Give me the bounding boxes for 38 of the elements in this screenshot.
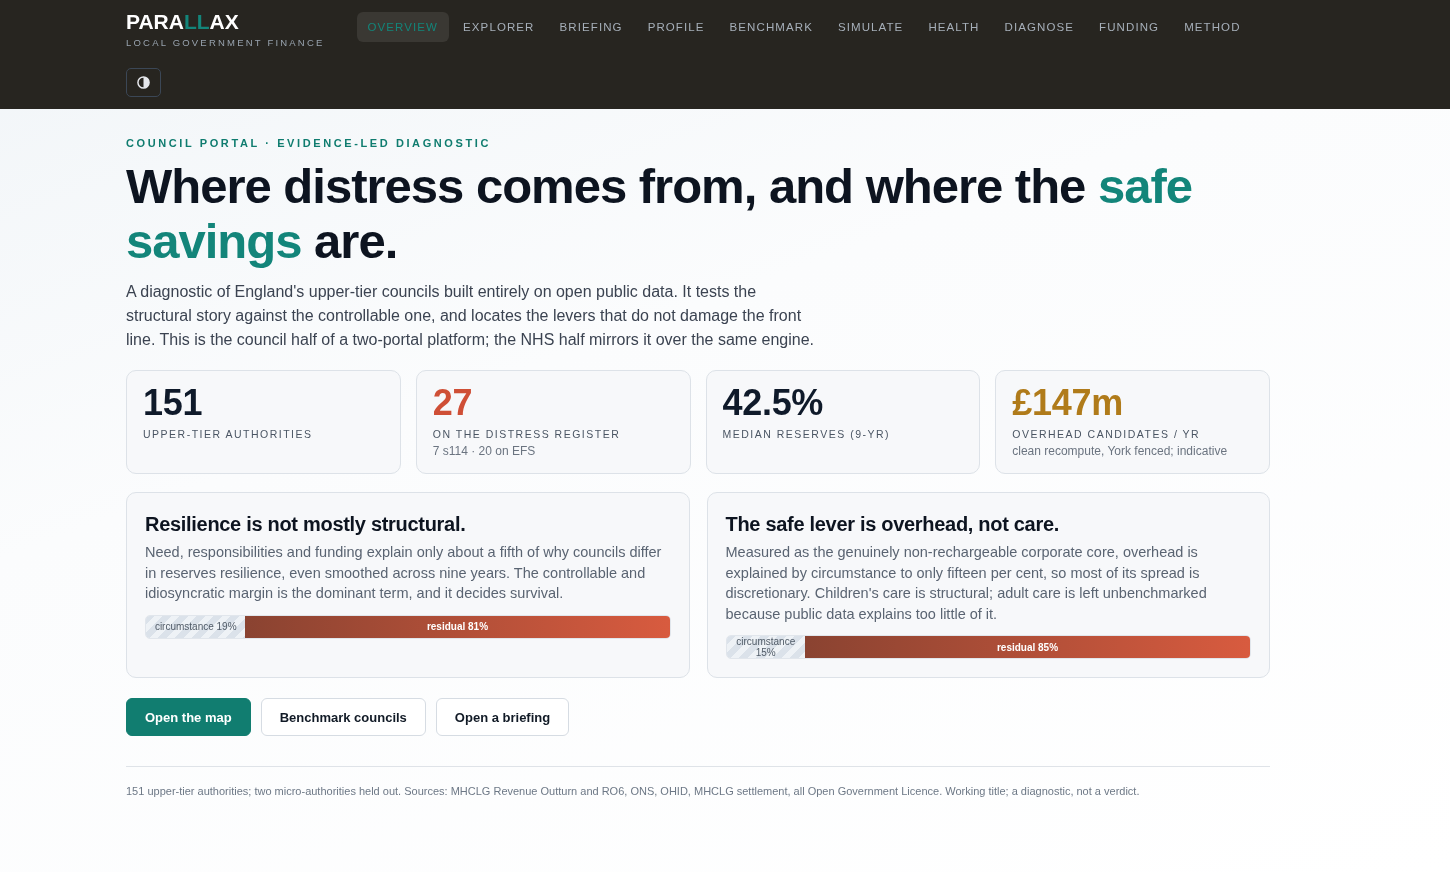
residual-segment: residual 85% bbox=[805, 636, 1250, 658]
nav-tab[interactable]: METHOD bbox=[1173, 12, 1252, 42]
eyebrow-label: COUNCIL PORTAL · EVIDENCE-LED DIAGNOSTIC bbox=[126, 136, 492, 150]
circumstance-segment: circumstance 15% bbox=[726, 636, 805, 658]
nav-tab[interactable]: BENCHMARK bbox=[718, 12, 824, 42]
finding-text: Measured as the genuinely non-rechargeable corporate core, overhead is explained by circumstance to only fifteen per cent, so most of its spread is discretionary. Children's care is structural; adult care is left unbenchmarked because public data explains too little of it. bbox=[725, 543, 1208, 624]
intro-paragraph: A diagnostic of England's upper-tier councils built entirely on open public data. It tests the structural story against the controllable one, and locates the levers that do not damage the front line. This is the council half of a two-portal platform; the NHS half mirrors it over the same engine. bbox=[126, 282, 815, 350]
stat-label: ON THE DISTRESS REGISTER bbox=[432, 427, 622, 441]
nav-tab[interactable]: DIAGNOSE bbox=[993, 12, 1086, 42]
stat-value: 42.5% bbox=[722, 384, 825, 422]
finding-title: Resilience is not mostly structural. bbox=[145, 512, 467, 537]
stat-value: £147m bbox=[1012, 384, 1124, 422]
stat-note: 7 s114 · 20 on EFS bbox=[432, 443, 537, 459]
stat-label: MEDIAN RESERVES (9-YR) bbox=[722, 427, 892, 441]
nav-tab[interactable]: BRIEFING bbox=[548, 12, 634, 42]
circumstance-segment: circumstance 19% bbox=[146, 615, 246, 638]
residual-segment: residual 81% bbox=[245, 615, 670, 638]
stat-label: UPPER-TIER AUTHORITIES bbox=[143, 427, 314, 441]
action-button[interactable]: Open the map bbox=[126, 698, 251, 736]
nav-tab[interactable]: FUNDING bbox=[1088, 12, 1171, 42]
stat-value: 151 bbox=[143, 384, 204, 422]
nav-tab[interactable]: EXPLORER bbox=[452, 12, 546, 42]
stat-label: OVERHEAD CANDIDATES / YR bbox=[1012, 427, 1202, 441]
nav-tab[interactable]: SIMULATE bbox=[826, 12, 915, 42]
nav-tab[interactable]: PROFILE bbox=[636, 12, 716, 42]
action-button[interactable]: Benchmark councils bbox=[260, 698, 426, 736]
finding-text: Need, responsibilities and funding explain only about a fifth of why councils differ in reserves resilience, even smoothed across nine years. The controllable and idiosyncratic margin is the dominant term, and it decides survival. bbox=[145, 543, 663, 603]
brand-tagline: LOCAL GOVERNMENT FINANCE bbox=[126, 37, 325, 49]
hero-headline: Where distress comes from, and where the safe savings are. bbox=[126, 159, 1194, 269]
footnote-text: 151 upper-tier authorities; two micro-authorities held out. Sources: MHCLG Revenue Outturn and RO6, ONS, OHID, MHCLG settlement, all Open Government Licence. Working title; a diagnostic, not a verdict. bbox=[126, 784, 1141, 798]
stat-value: 27 bbox=[432, 384, 474, 422]
stat-note: clean recompute, York fenced; indicative bbox=[1012, 443, 1229, 459]
half-circle-icon bbox=[137, 76, 150, 89]
action-button[interactable]: Open a briefing bbox=[435, 698, 570, 736]
finding-title: The safe lever is overhead, not care. bbox=[725, 512, 1060, 537]
nav-tab[interactable]: HEALTH bbox=[917, 12, 991, 42]
logo-wordmark[interactable]: PARALLAX bbox=[126, 12, 239, 32]
theme-toggle-button[interactable] bbox=[126, 68, 161, 97]
